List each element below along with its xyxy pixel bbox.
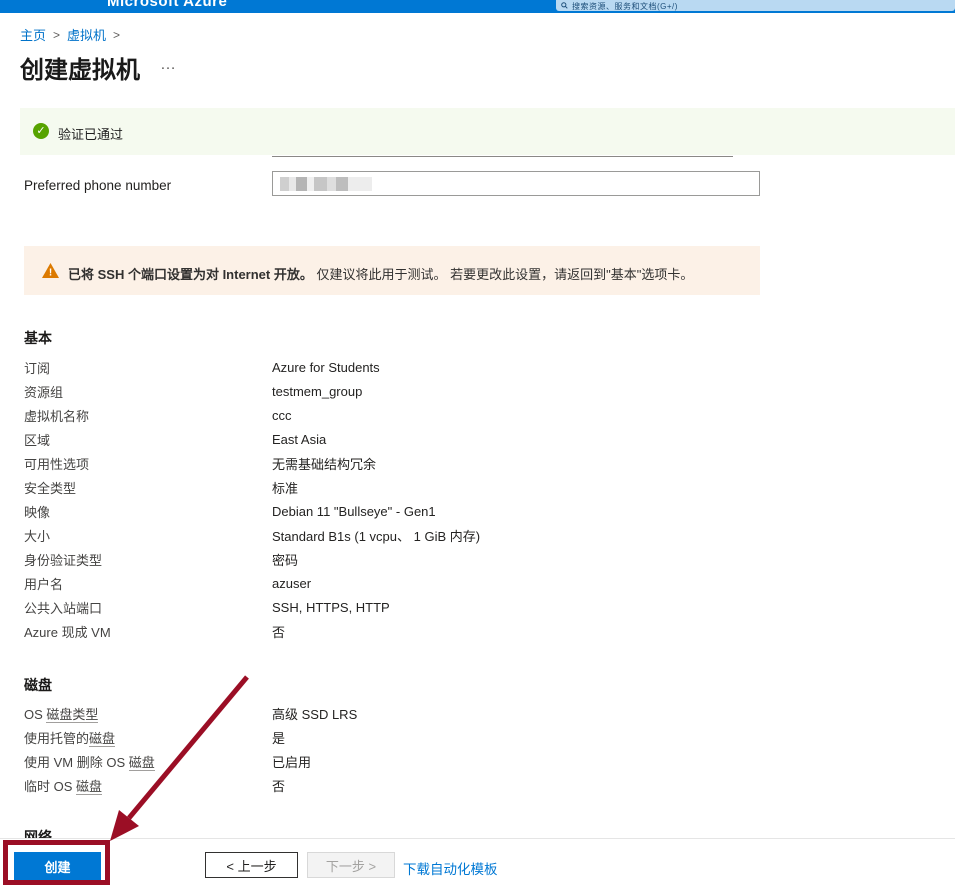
breadcrumb-virtual-machines[interactable]: 虚拟机 — [67, 25, 106, 44]
row-value: 标准 — [272, 478, 298, 497]
ssh-warning-text: 已将 SSH 个端口设置为对 Internet 开放。 仅建议将此用于测试。 若… — [68, 264, 693, 283]
summary-row: 公共入站端口SSH, HTTPS, HTTP — [24, 595, 480, 619]
row-label: 使用 VM 删除 OS 磁盘 — [24, 752, 272, 771]
phone-number-label: Preferred phone number — [24, 178, 171, 193]
row-label: 公共入站端口 — [24, 598, 272, 617]
label-text: 使用托管的 — [24, 731, 89, 746]
summary-row: 临时 OS 磁盘否 — [24, 773, 357, 797]
row-value: 否 — [272, 776, 285, 795]
breadcrumb-separator-icon: > — [53, 28, 60, 42]
row-value: azuser — [272, 576, 311, 591]
more-options-icon[interactable]: … — [160, 56, 177, 74]
label-tooltip-term: 磁盘 — [76, 779, 102, 795]
row-value: ccc — [272, 408, 292, 423]
label-text: OS — [24, 707, 46, 722]
row-label: 区域 — [24, 430, 272, 449]
row-value: Standard B1s (1 vcpu、 1 GiB 内存) — [272, 526, 480, 545]
page-title: 创建虚拟机 — [20, 50, 140, 85]
summary-row: 用户名azuser — [24, 571, 480, 595]
row-value: 是 — [272, 728, 285, 747]
row-label: 虚拟机名称 — [24, 406, 272, 425]
label-tooltip-term: 磁盘 — [89, 731, 115, 747]
disks-summary-list: OS 磁盘类型高级 SSD LRS 使用托管的磁盘是 使用 VM 删除 OS 磁… — [24, 701, 357, 797]
field-underline — [272, 156, 733, 157]
summary-row: 订阅Azure for Students — [24, 355, 480, 379]
label-text: 使用 VM 删除 OS — [24, 755, 129, 770]
summary-row: 使用托管的磁盘是 — [24, 725, 357, 749]
summary-row: 可用性选项无需基础结构冗余 — [24, 451, 480, 475]
row-label: 资源组 — [24, 382, 272, 401]
summary-row: Azure 现成 VM否 — [24, 619, 480, 643]
row-value: testmem_group — [272, 384, 362, 399]
row-label: 可用性选项 — [24, 454, 272, 473]
phone-number-input[interactable] — [272, 171, 760, 196]
svg-text:!: ! — [49, 268, 52, 279]
summary-row: 资源组testmem_group — [24, 379, 480, 403]
download-automation-template-link[interactable]: 下载自动化模板 — [403, 858, 498, 878]
validation-passed-banner: ✓ 验证已通过 — [20, 108, 955, 155]
summary-row: OS 磁盘类型高级 SSD LRS — [24, 701, 357, 725]
create-button[interactable]: 创建 — [14, 852, 101, 880]
row-label: 用户名 — [24, 574, 272, 593]
search-placeholder: 搜索资源、服务和文档(G+/) — [572, 1, 678, 11]
search-icon — [561, 2, 568, 9]
summary-row: 安全类型标准 — [24, 475, 480, 499]
basics-summary-list: 订阅Azure for Students 资源组testmem_group 虚拟… — [24, 355, 480, 643]
row-label: 身份验证类型 — [24, 550, 272, 569]
row-value: Debian 11 "Bullseye" - Gen1 — [272, 504, 436, 519]
row-label: 使用托管的磁盘 — [24, 728, 272, 747]
row-value: 已启用 — [272, 752, 311, 771]
row-value: 密码 — [272, 550, 298, 569]
create-vm-page: Microsoft Azure 搜索资源、服务和文档(G+/) 主页 > 虚拟机… — [0, 0, 955, 892]
redacted-phone-value — [280, 177, 372, 191]
row-value: SSH, HTTPS, HTTP — [272, 600, 390, 615]
breadcrumb-home[interactable]: 主页 — [20, 25, 46, 44]
previous-button[interactable]: < 上一步 — [205, 852, 298, 878]
summary-row: 映像Debian 11 "Bullseye" - Gen1 — [24, 499, 480, 523]
row-label: 订阅 — [24, 358, 272, 377]
label-text: 临时 OS — [24, 779, 76, 794]
row-label: OS 磁盘类型 — [24, 704, 272, 723]
row-value: 高级 SSD LRS — [272, 704, 357, 723]
summary-row: 使用 VM 删除 OS 磁盘已启用 — [24, 749, 357, 773]
row-label: 安全类型 — [24, 478, 272, 497]
row-label: 临时 OS 磁盘 — [24, 776, 272, 795]
summary-row: 虚拟机名称ccc — [24, 403, 480, 427]
summary-row: 大小Standard B1s (1 vcpu、 1 GiB 内存) — [24, 523, 480, 547]
row-value: 否 — [272, 622, 285, 641]
breadcrumb: 主页 > 虚拟机 > — [20, 25, 120, 44]
summary-row: 区域East Asia — [24, 427, 480, 451]
row-label: Azure 现成 VM — [24, 622, 272, 641]
success-check-icon: ✓ — [33, 123, 49, 139]
row-value: 无需基础结构冗余 — [272, 454, 376, 473]
azure-logo[interactable]: Microsoft Azure — [107, 0, 227, 10]
validation-passed-text: 验证已通过 — [58, 124, 123, 143]
warning-triangle-icon: ! — [42, 263, 59, 278]
section-heading-basics: 基本 — [24, 328, 52, 348]
row-value: Azure for Students — [272, 360, 380, 375]
section-heading-disks: 磁盘 — [24, 675, 52, 695]
breadcrumb-separator-icon: > — [113, 28, 120, 42]
label-tooltip-term: 磁盘类型 — [46, 707, 98, 723]
ssh-warning-rest: 仅建议将此用于测试。 若要更改此设置，请返回到"基本"选项卡。 — [313, 267, 693, 282]
row-value: East Asia — [272, 432, 326, 447]
global-search-input[interactable]: 搜索资源、服务和文档(G+/) — [556, 0, 955, 11]
row-label: 大小 — [24, 526, 272, 545]
row-label: 映像 — [24, 502, 272, 521]
summary-row: 身份验证类型密码 — [24, 547, 480, 571]
azure-top-bar: Microsoft Azure 搜索资源、服务和文档(G+/) — [0, 0, 955, 13]
wizard-footer: 创建 < 上一步 下一步 > 下载自动化模板 — [0, 838, 955, 892]
label-tooltip-term: 磁盘 — [129, 755, 155, 771]
ssh-warning-bold: 已将 SSH 个端口设置为对 Internet 开放。 — [68, 267, 313, 282]
next-button-disabled[interactable]: 下一步 > — [307, 852, 395, 878]
ssh-warning-banner: ! 已将 SSH 个端口设置为对 Internet 开放。 仅建议将此用于测试。… — [24, 246, 760, 295]
